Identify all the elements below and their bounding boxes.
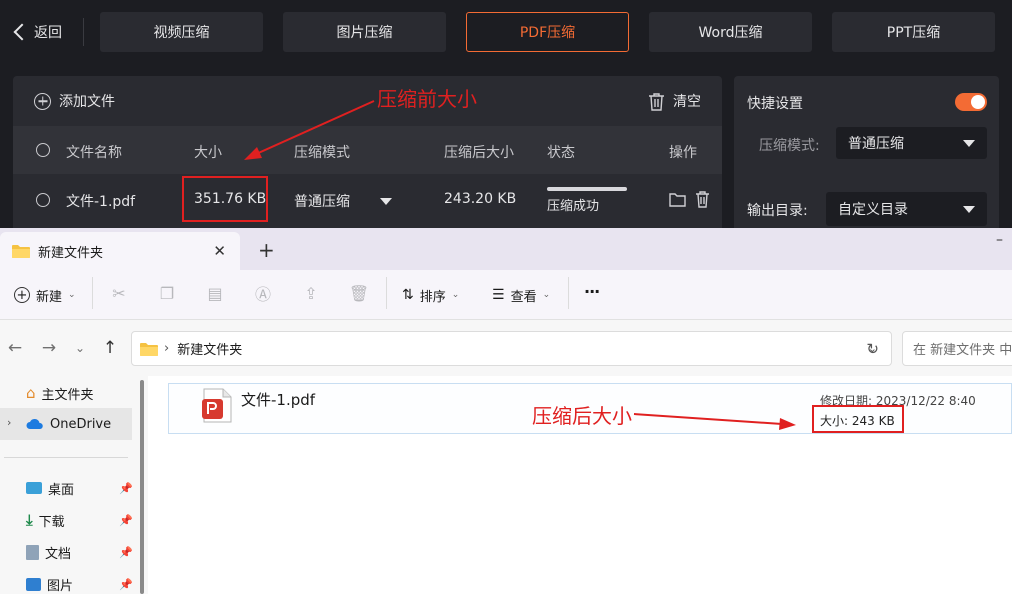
sidebar-item-downloads[interactable]: ⤓ 下载 [26,508,65,532]
col-actions: 操作 [669,145,697,161]
row-file-name: 文件-1.pdf [66,194,136,210]
copy-icon[interactable]: ❐ [158,284,176,303]
sidebar-item-home[interactable]: ⌂ 主文件夹 [26,381,94,405]
document-icon [26,544,39,560]
explorer-tab-title: 新建文件夹 [38,245,104,261]
up-arrow-icon[interactable]: ↑ [100,338,120,358]
pin-icon[interactable]: 📌 [119,514,133,527]
pin-icon[interactable]: 📌 [119,482,133,495]
picture-icon [26,577,41,591]
output-dir-select[interactable]: 自定义目录 [826,192,987,226]
pdf-file-icon [202,388,232,423]
folder-icon [140,342,158,356]
explorer-tab[interactable]: 新建文件夹 ✕ [0,232,240,270]
row-compressed-size: 243.20 KB [444,191,517,207]
sidebar-item-desktop[interactable]: 桌面 [26,476,74,500]
expand-chevron-icon[interactable]: › [7,416,11,429]
file-explorer-window: 新建文件夹 ✕ + – + 新建 ⌄ ✂ ❐ ▤ Ⓐ ⇪ 🗑 ⇅ 排序 ⌄ ☰ … [0,228,1012,594]
row-status: 压缩成功 [547,199,600,214]
col-status: 状态 [547,145,575,161]
output-dir-label: 输出目录: [747,203,808,219]
tab-word-compress[interactable]: Word压缩 [649,12,812,52]
sidebar-item-pictures[interactable]: 图片 [26,572,73,594]
download-icon: ⤓ [26,511,33,529]
plus-circle-icon: + [14,287,30,303]
sidebar-divider [4,457,128,458]
header-divider [83,18,84,46]
col-size: 大小 [194,145,222,161]
compress-mode-label: 压缩模式: [759,138,820,154]
compressed-size-highlight [812,405,904,433]
settings-title: 快捷设置 [747,96,803,112]
paste-icon[interactable]: ▤ [206,284,224,303]
sort-icon: ⇅ [402,287,414,303]
sidebar-scrollbar[interactable] [140,380,144,594]
cloud-icon [26,418,43,429]
select-all-radio[interactable] [36,143,50,157]
back-label: 返回 [34,25,62,41]
chevron-left-icon [13,23,31,41]
trash-icon [649,92,664,111]
new-button[interactable]: + 新建 ⌄ [14,285,76,305]
address-bar[interactable]: › 新建文件夹 ⌄ ↻ [131,331,892,366]
close-tab-icon[interactable]: ✕ [213,242,226,260]
refresh-icon[interactable]: ↻ [866,340,879,358]
compress-mode-select[interactable]: 普通压缩 [836,127,987,159]
tab-image-compress[interactable]: 图片压缩 [283,12,446,52]
row-mode-select[interactable]: 普通压缩 [294,191,392,211]
share-icon[interactable]: ⇪ [302,284,320,303]
caret-down-icon [963,205,975,213]
tab-ppt-compress[interactable]: PPT压缩 [832,12,995,52]
annotation-after-size: 压缩后大小 [532,404,632,428]
clear-button[interactable]: 清空 [648,90,701,112]
home-icon: ⌂ [26,384,36,402]
recent-locations-icon[interactable]: ⌄ [70,338,90,358]
back-arrow-icon[interactable]: ← [5,338,25,358]
chevron-down-icon: ⌄ [451,290,460,300]
caret-down-icon [380,197,392,205]
desktop-icon [26,482,42,494]
view-button[interactable]: ☰ 查看 ⌄ [492,285,550,305]
more-options-icon[interactable]: ··· [584,282,600,301]
sidebar-item-documents[interactable]: 文档 [26,540,71,564]
tab-video-compress[interactable]: 视频压缩 [100,12,263,52]
cut-icon[interactable]: ✂ [110,284,128,303]
sort-button[interactable]: ⇅ 排序 ⌄ [402,285,459,305]
col-file-name: 文件名称 [66,145,122,161]
caret-down-icon [963,139,975,147]
new-tab-icon[interactable]: + [258,238,275,262]
col-compressed-size: 压缩后大小 [444,145,514,161]
compressor-app: 返回 视频压缩 图片压缩 PDF压缩 Word压缩 PPT压缩 添加文件 清空 … [0,0,1012,228]
breadcrumb-chevron-icon: › [164,341,170,356]
annotation-before-size: 压缩前大小 [377,87,477,111]
folder-icon [12,245,30,258]
back-button[interactable]: 返回 [10,18,62,46]
row-progress-bar [547,187,627,191]
add-circle-icon [34,92,51,110]
add-file-button[interactable]: 添加文件 [34,90,115,112]
quick-settings-toggle[interactable] [955,93,987,111]
tab-pdf-compress[interactable]: PDF压缩 [466,12,629,52]
view-list-icon: ☰ [492,287,505,303]
chevron-down-icon: ⌄ [542,290,551,300]
delete-row-icon[interactable] [695,190,710,208]
pin-icon[interactable]: 📌 [119,546,133,559]
rename-icon[interactable]: Ⓐ [254,284,272,304]
delete-icon[interactable]: 🗑 [349,284,369,303]
forward-arrow-icon[interactable]: → [39,338,59,358]
sidebar-onedrive-content[interactable]: OneDrive [26,412,111,436]
minimize-icon[interactable]: – [996,232,1003,248]
pin-icon[interactable]: 📌 [119,578,133,591]
file-name: 文件-1.pdf [241,391,316,409]
annotation-arrow-after [633,413,796,430]
open-folder-icon[interactable] [669,192,686,207]
search-input[interactable]: 在 新建文件夹 中搜 [902,331,1012,366]
chevron-down-icon: ⌄ [68,290,76,300]
annotation-arrow-before [244,100,375,160]
breadcrumb-folder[interactable]: 新建文件夹 [177,339,242,358]
original-size-highlight [182,176,268,222]
row-select-radio[interactable] [36,193,50,207]
